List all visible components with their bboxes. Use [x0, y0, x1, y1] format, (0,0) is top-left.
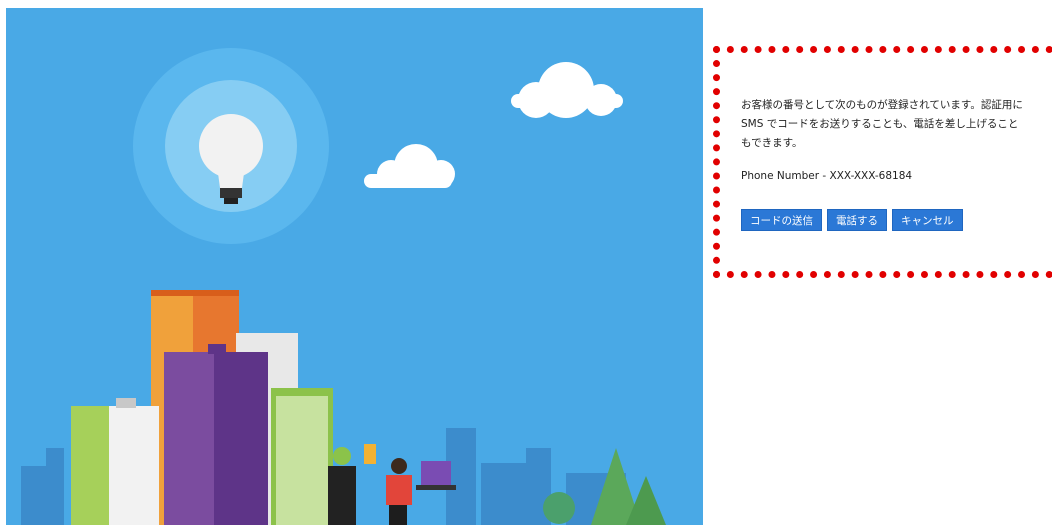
highlight-border — [713, 46, 1052, 278]
building-purple — [164, 344, 268, 525]
verification-message: お客様の番号として次のものが登録されています。認証用に SMS でコードをお送り… — [741, 99, 1023, 149]
hero-illustration — [6, 8, 703, 525]
building-left — [71, 398, 159, 525]
verification-panel: お客様の番号として次のものが登録されています。認証用に SMS でコードをお送り… — [703, 0, 1052, 525]
send-code-button[interactable]: コードの送信 — [741, 209, 822, 231]
button-group: コードの送信 電話する キャンセル — [741, 209, 963, 231]
building-green — [271, 388, 333, 525]
cancel-button[interactable]: キャンセル — [892, 209, 963, 231]
lightbulb-icon — [133, 48, 329, 244]
call-button[interactable]: 電話する — [827, 209, 887, 231]
phone-number: Phone Number - XXX-XXX-68184 — [741, 170, 913, 182]
